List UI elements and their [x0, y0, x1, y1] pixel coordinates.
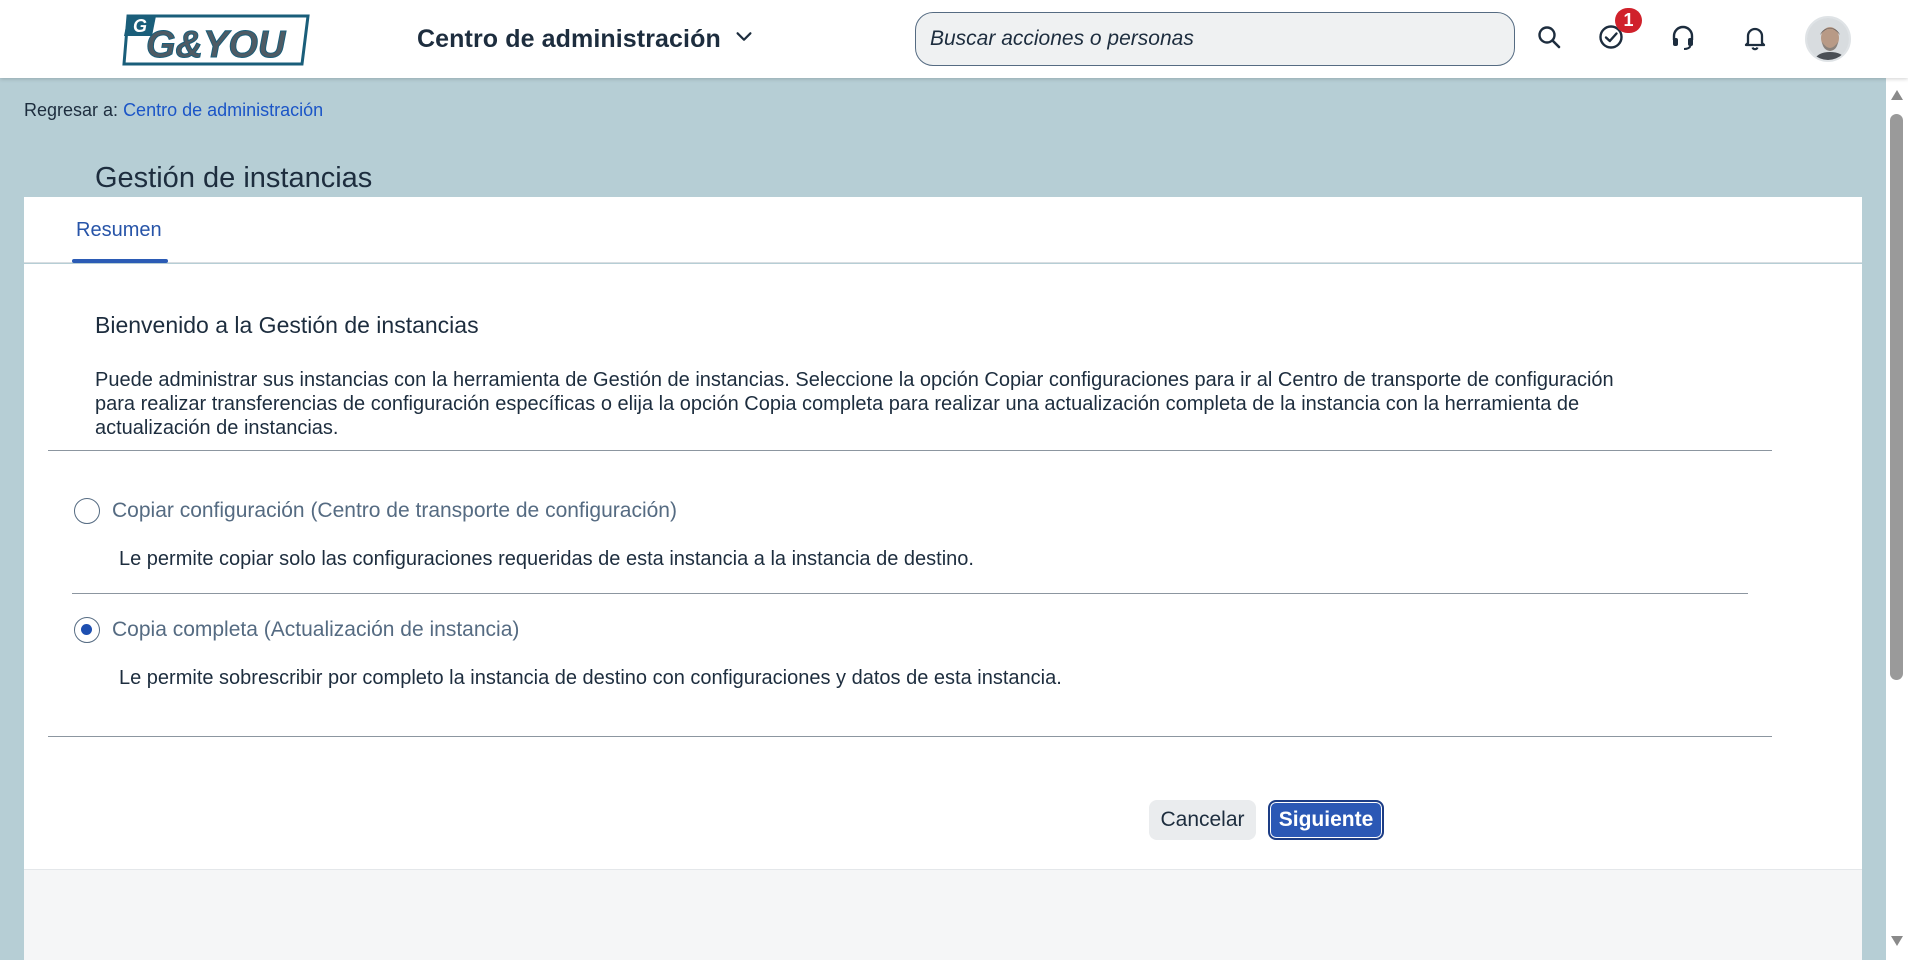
breadcrumb-prefix: Regresar a:: [24, 100, 119, 120]
radio-full-copy[interactable]: [74, 617, 100, 643]
search-button[interactable]: [1527, 17, 1571, 61]
avatar[interactable]: [1805, 16, 1851, 62]
product-title: Centro de administración: [417, 24, 721, 53]
divider: [48, 450, 1772, 451]
search-field[interactable]: [915, 12, 1515, 66]
logo-small-text: G: [133, 16, 147, 36]
shell-bar: G G&YOU Centro de administración 1: [0, 0, 1908, 78]
cancel-button[interactable]: Cancelar: [1149, 800, 1256, 840]
chevron-down-icon: [733, 26, 755, 53]
bell-icon: [1741, 23, 1769, 56]
search-icon: [1535, 23, 1563, 56]
welcome-line-3: actualización de instancias.: [95, 417, 339, 439]
todo-button[interactable]: 1: [1589, 8, 1642, 61]
tab-bar: Resumen: [24, 197, 1862, 263]
product-switcher[interactable]: Centro de administración: [417, 24, 755, 54]
welcome-line-2: para realizar transferencias de configur…: [95, 393, 1580, 415]
page-title: Gestión de instancias: [95, 162, 373, 194]
footer-area: [24, 869, 1862, 960]
notifications-button[interactable]: [1733, 17, 1777, 61]
divider: [48, 736, 1772, 737]
divider: [72, 593, 1748, 594]
todo-count-badge: 1: [1615, 8, 1642, 33]
company-logo[interactable]: G G&YOU: [122, 10, 310, 68]
breadcrumb-link-admin-center[interactable]: Centro de administración: [123, 100, 323, 120]
support-button[interactable]: [1661, 17, 1705, 61]
option-copy-configuration-label[interactable]: Copiar configuración (Centro de transpor…: [112, 499, 677, 523]
tab-selected-indicator: [72, 259, 168, 263]
breadcrumb: Regresar a: Centro de administración: [24, 100, 323, 121]
option-copy-configuration[interactable]: Copiar configuración (Centro de transpor…: [74, 498, 677, 524]
scroll-thumb[interactable]: [1890, 114, 1903, 680]
vertical-scrollbar[interactable]: [1886, 78, 1908, 960]
radio-copy-configuration[interactable]: [74, 498, 100, 524]
option-full-copy[interactable]: Copia completa (Actualización de instanc…: [74, 617, 519, 643]
search-input[interactable]: [930, 27, 1514, 51]
tab-resumen-label: Resumen: [76, 218, 162, 241]
welcome-line-1: Puede administrar sus instancias con la …: [95, 369, 1614, 391]
option-copy-configuration-description: Le permite copiar solo las configuracion…: [119, 548, 974, 570]
option-full-copy-description: Le permite sobrescribir por completo la …: [119, 667, 1062, 689]
headset-icon: [1669, 23, 1697, 56]
overview-panel: Bienvenido a la Gestión de instancias Pu…: [24, 264, 1862, 869]
option-full-copy-label[interactable]: Copia completa (Actualización de instanc…: [112, 618, 519, 642]
next-button[interactable]: Siguiente: [1268, 800, 1384, 840]
tab-resumen[interactable]: Resumen: [72, 197, 166, 263]
welcome-description: Puede administrar sus instancias con la …: [95, 368, 1735, 440]
logo-text: G&YOU: [146, 24, 287, 66]
welcome-title: Bienvenido a la Gestión de instancias: [95, 312, 479, 338]
scroll-up-arrow-icon[interactable]: [1891, 90, 1903, 100]
scroll-down-arrow-icon[interactable]: [1891, 936, 1903, 946]
